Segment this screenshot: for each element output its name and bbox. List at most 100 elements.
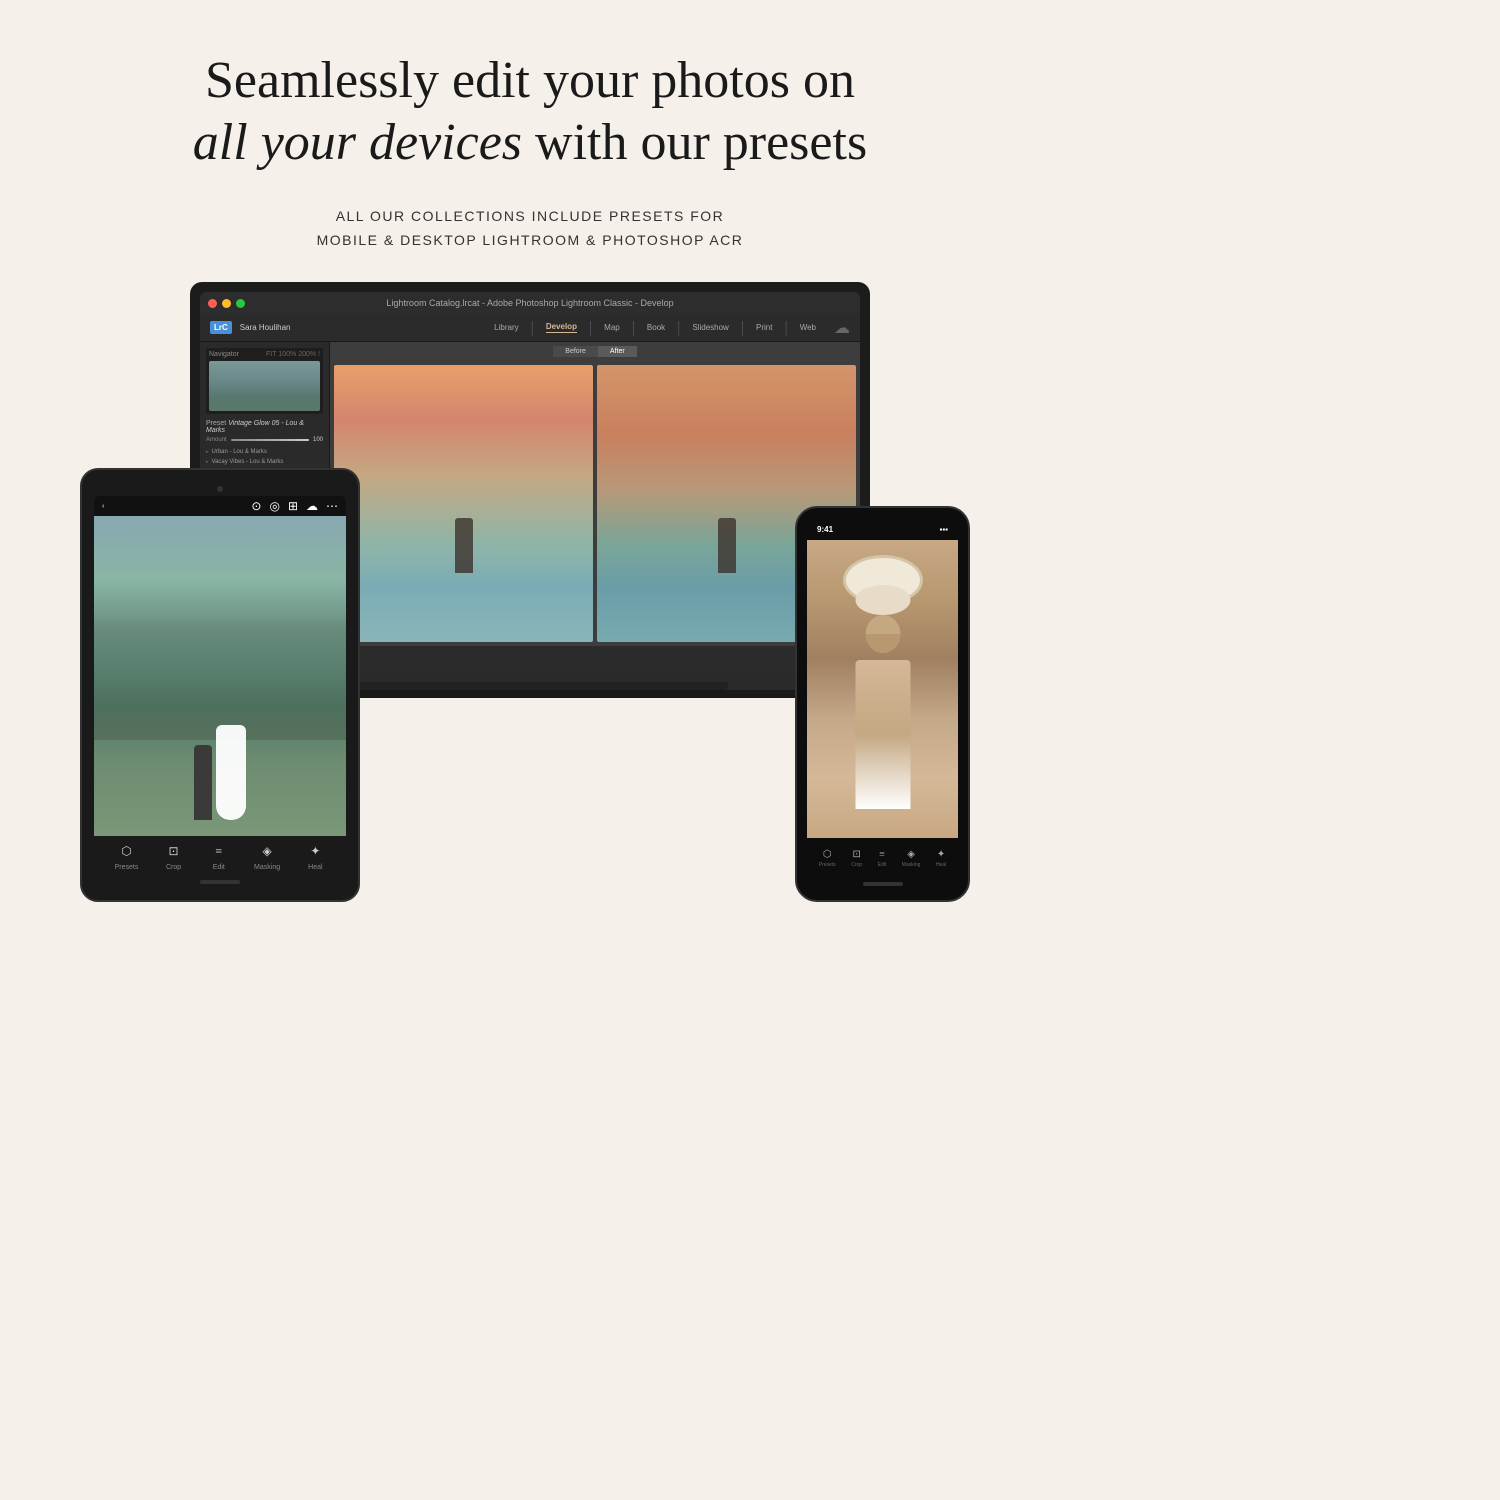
phone-tool-masking[interactable]: ◈ Masking xyxy=(902,849,921,868)
traffic-lights xyxy=(208,299,245,308)
phone: 9:41 ▪▪▪ xyxy=(795,506,970,902)
close-button[interactable] xyxy=(208,299,217,308)
nav-library[interactable]: Library xyxy=(494,323,518,332)
phone-notch: 9:41 ▪▪▪ xyxy=(807,518,958,540)
list-item[interactable]: Vacay Vibes - Lou & Marks xyxy=(206,457,323,467)
phone-tool-presets[interactable]: ⬡ Presets xyxy=(819,849,836,868)
navigator-label: Navigator xyxy=(209,351,239,358)
nav-map[interactable]: Map xyxy=(604,323,620,332)
devices-container: Lightroom Catalog.lrcat - Adobe Photosho… xyxy=(60,282,1000,902)
tab-before[interactable]: Before xyxy=(553,346,598,357)
wedding-couple xyxy=(194,725,246,820)
lr-nav: Library | Develop | Map | Book | Slidesh… xyxy=(494,318,850,338)
phone-presets-icon: ⬡ xyxy=(823,849,832,860)
tablet-home-indicator xyxy=(200,880,240,884)
lr-photos xyxy=(330,361,860,646)
phone-heal-label: Heal xyxy=(936,862,946,868)
phone-time: 9:41 xyxy=(817,525,833,534)
phone-presets-label: Presets xyxy=(819,862,836,868)
model-body xyxy=(855,660,910,809)
crop-label: Crop xyxy=(166,864,181,871)
phone-home-bar xyxy=(863,882,903,886)
tablet-icon-2[interactable]: ◎ xyxy=(269,499,279,514)
tablet-toolbar: ⬡ Presets ⊡ Crop ≡ Edit ◈ Masking xyxy=(94,836,346,876)
headline-rest: with our presets xyxy=(522,114,867,171)
mountain-bg xyxy=(94,612,346,740)
nav-slideshow[interactable]: Slideshow xyxy=(692,323,728,332)
subheadline-line1: ALL OUR COLLECTIONS INCLUDE PRESETS FOR xyxy=(317,205,744,229)
sunset-photo-before xyxy=(334,365,593,642)
camera-dot xyxy=(217,486,223,492)
phone-toolbar: ⬡ Presets ⊡ Crop ≡ Edit ◈ Masking xyxy=(807,838,958,878)
tablet-back-btn[interactable]: ‹ xyxy=(102,503,104,510)
preset-value: Vintage Glow 05 - Lou & Marks xyxy=(206,420,304,434)
phone-crop-icon: ⊡ xyxy=(852,849,860,860)
phone-heal-icon: ✦ xyxy=(937,849,945,860)
nav-web[interactable]: Web xyxy=(800,323,816,332)
tab-after[interactable]: After xyxy=(598,346,637,357)
window-title: Lightroom Catalog.lrcat - Adobe Photosho… xyxy=(386,298,673,308)
hat-crown xyxy=(855,585,910,615)
edit-label: Edit xyxy=(213,864,225,871)
amount-label: Amount xyxy=(206,437,227,443)
tablet-icon-3[interactable]: ⊞ xyxy=(288,499,298,514)
edit-icon: ≡ xyxy=(209,842,229,862)
presets-icon: ⬡ xyxy=(116,842,136,862)
photo-figure-after xyxy=(718,518,736,573)
before-photo xyxy=(334,365,593,642)
tablet-tool-presets[interactable]: ⬡ Presets xyxy=(115,842,139,871)
tablet-icon-1[interactable]: ⊙ xyxy=(251,499,261,514)
amount-row: Amount 100 xyxy=(206,437,323,443)
phone-screen: 9:41 ▪▪▪ xyxy=(807,518,958,878)
masking-label: Masking xyxy=(254,864,280,871)
phone-photo xyxy=(807,540,958,838)
phone-tool-heal[interactable]: ✦ Heal xyxy=(936,849,946,868)
lr-header: LrC Sara Houlihan Library | Develop | Ma… xyxy=(200,314,860,342)
lr-user: Sara Houlihan xyxy=(240,323,291,332)
tablet: ‹ ⊙ ◎ ⊞ ☁ ⋯ xyxy=(80,468,360,902)
headline-italic: all your devices xyxy=(193,114,522,171)
tablet-top-icons: ⊙ ◎ ⊞ ☁ ⋯ xyxy=(251,499,338,514)
presets-label: Presets xyxy=(115,864,139,871)
bride-figure xyxy=(216,725,246,820)
tablet-photo xyxy=(94,516,346,836)
subheadline-line2: MOBILE & DESKTOP LIGHTROOM & PHOTOSHOP A… xyxy=(317,229,744,253)
phone-tool-edit[interactable]: ≡ Edit xyxy=(878,849,887,868)
phone-masking-label: Masking xyxy=(902,862,921,868)
lr-navigator: Navigator FIT 100% 200% ! xyxy=(206,348,323,414)
nav-book[interactable]: Book xyxy=(647,323,665,332)
tablet-tool-crop[interactable]: ⊡ Crop xyxy=(164,842,184,871)
nav-print[interactable]: Print xyxy=(756,323,772,332)
tablet-screen: ‹ ⊙ ◎ ⊞ ☁ ⋯ xyxy=(94,496,346,876)
amount-value: 100 xyxy=(313,437,323,443)
groom-figure xyxy=(194,745,212,820)
phone-tool-crop[interactable]: ⊡ Crop xyxy=(851,849,862,868)
tablet-status-bar: ‹ ⊙ ◎ ⊞ ☁ ⋯ xyxy=(94,496,346,516)
tablet-tool-heal[interactable]: ✦ Heal xyxy=(305,842,325,871)
phone-body: 9:41 ▪▪▪ xyxy=(795,506,970,902)
maximize-button[interactable] xyxy=(236,299,245,308)
nav-develop[interactable]: Develop xyxy=(546,322,577,333)
tablet-icon-4[interactable]: ☁ xyxy=(306,499,318,514)
tablet-tool-edit[interactable]: ≡ Edit xyxy=(209,842,229,871)
laptop-titlebar: Lightroom Catalog.lrcat - Adobe Photosho… xyxy=(200,292,860,314)
lr-logo: LrC xyxy=(210,321,232,334)
tablet-tool-masking[interactable]: ◈ Masking xyxy=(254,842,280,871)
minimize-button[interactable] xyxy=(222,299,231,308)
amount-slider[interactable] xyxy=(231,439,309,441)
phone-edit-icon: ≡ xyxy=(879,849,885,860)
list-item[interactable]: Urban - Lou & Marks xyxy=(206,447,323,457)
model-face xyxy=(865,615,900,653)
photo-figure xyxy=(455,518,473,573)
subheadline: ALL OUR COLLECTIONS INCLUDE PRESETS FOR … xyxy=(317,205,744,253)
tablet-body: ‹ ⊙ ◎ ⊞ ☁ ⋯ xyxy=(80,468,360,902)
headline-line1: Seamlessly edit your photos on xyxy=(205,52,855,109)
preset-label: Preset Vintage Glow 05 - Lou & Marks xyxy=(206,420,323,434)
heal-label: Heal xyxy=(308,864,322,871)
tablet-icon-5[interactable]: ⋯ xyxy=(326,499,338,514)
lr-view-tabs: Before After xyxy=(330,342,860,361)
crop-icon: ⊡ xyxy=(164,842,184,862)
phone-masking-icon: ◈ xyxy=(907,849,915,860)
phone-edit-label: Edit xyxy=(878,862,887,868)
tablet-top xyxy=(94,482,346,496)
